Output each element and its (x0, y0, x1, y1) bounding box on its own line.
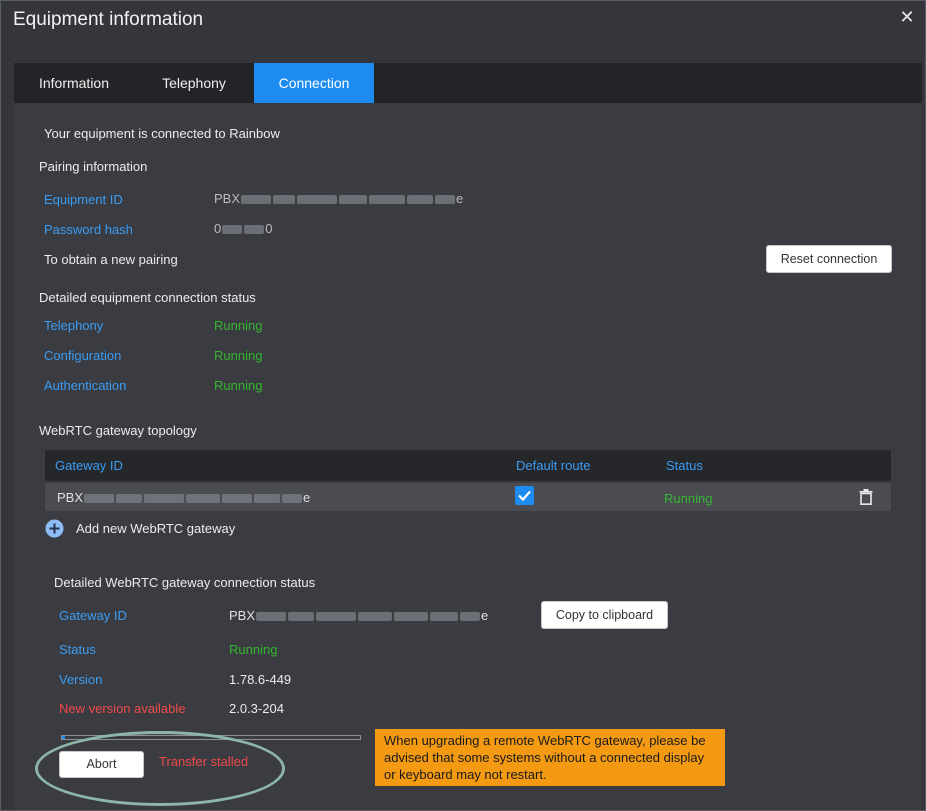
abort-button[interactable]: Abort (59, 751, 144, 778)
gateway-status-heading: Detailed WebRTC gateway connection statu… (54, 575, 316, 590)
version-value: 1.78.6-449 (229, 672, 292, 687)
topology-table-header: Gateway ID Default route Status (45, 450, 891, 481)
checkmark-icon (518, 490, 531, 502)
transfer-progress-fill (62, 736, 65, 739)
password-hash-label: Password hash (44, 222, 133, 237)
default-route-checkbox[interactable] (515, 486, 534, 505)
gateway-id-value: PBX e (229, 608, 489, 623)
add-gateway-link[interactable]: Add new WebRTC gateway (76, 521, 235, 536)
trash-icon[interactable] (859, 489, 873, 505)
status-authentication-label: Authentication (44, 378, 127, 393)
gateway-status-value: Running (229, 642, 278, 657)
column-default-route: Default route (516, 458, 591, 473)
tab-connection[interactable]: Connection (254, 63, 374, 103)
reset-connection-button[interactable]: Reset connection (766, 245, 892, 273)
dialog-title: Equipment information (13, 9, 204, 30)
tab-telephony[interactable]: Telephony (134, 63, 254, 103)
status-authentication-value: Running (214, 378, 263, 393)
equipment-id-label: Equipment ID (44, 192, 123, 207)
transfer-status: Transfer stalled (159, 754, 249, 769)
tab-information[interactable]: Information (14, 63, 134, 103)
gateway-status-label: Status (59, 642, 96, 657)
new-version-label: New version available (59, 701, 186, 716)
new-pairing-label: To obtain a new pairing (44, 252, 178, 267)
transfer-progress-bar (61, 735, 361, 740)
pairing-heading: Pairing information (39, 159, 148, 174)
table-row[interactable]: PBX e Running (45, 483, 891, 511)
status-telephony-value: Running (214, 318, 263, 333)
connected-message: Your equipment is connected to Rainbow (44, 126, 280, 141)
equipment-information-dialog: Equipment information ✕ Information Tele… (0, 0, 926, 811)
new-version-value: 2.0.3-204 (229, 701, 284, 716)
topology-heading: WebRTC gateway topology (39, 423, 197, 438)
gateway-status-cell: Running (664, 491, 713, 506)
status-configuration-value: Running (214, 348, 263, 363)
version-label: Version (59, 672, 103, 687)
upgrade-warning-note: When upgrading a remote WebRTC gateway, … (375, 729, 725, 786)
column-status: Status (666, 458, 703, 473)
status-configuration-label: Configuration (44, 348, 122, 363)
plus-circle-icon[interactable] (45, 519, 64, 538)
connection-panel: Your equipment is connected to Rainbow P… (14, 103, 922, 809)
connection-status-heading: Detailed equipment connection status (39, 290, 256, 305)
close-icon[interactable]: ✕ (897, 7, 917, 27)
password-hash-value: 00 (214, 221, 273, 236)
copy-to-clipboard-button[interactable]: Copy to clipboard (541, 601, 668, 629)
equipment-id-value: PBX e (214, 191, 464, 206)
column-gateway-id: Gateway ID (55, 458, 123, 473)
gateway-id-label: Gateway ID (59, 608, 127, 623)
gateway-id-cell: PBX e (57, 490, 311, 505)
tab-bar: Information Telephony Connection (14, 63, 922, 103)
status-telephony-label: Telephony (44, 318, 104, 333)
